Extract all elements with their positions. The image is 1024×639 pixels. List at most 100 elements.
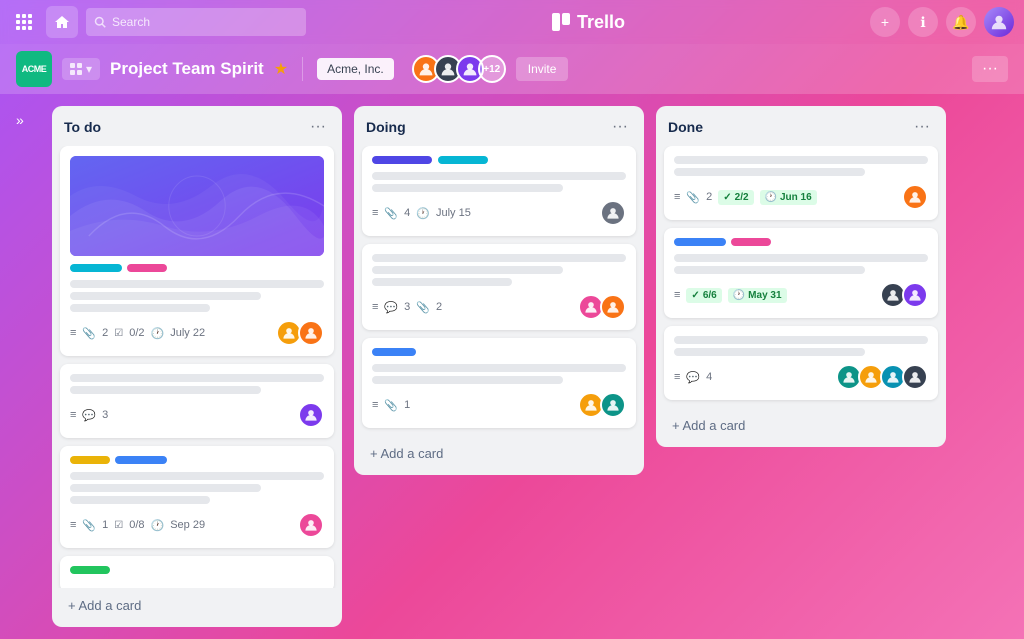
column-todo-more[interactable]: ··· (306, 116, 330, 138)
done-add-card[interactable]: + Add a card (664, 412, 938, 439)
card-meta: ≡ 💬 3 📎 2 (372, 294, 626, 320)
checklist-icon-done: ✓ (723, 192, 731, 203)
card-avatar-1[interactable] (298, 402, 324, 428)
card-content-lines (674, 336, 928, 356)
card-meta: ≡ 📎 2 ✓ 2/2 🕐 Jun 16 (674, 184, 928, 210)
due-date: July 15 (436, 207, 471, 219)
attachment-count: 2 (436, 301, 442, 313)
card-content-lines (372, 364, 626, 384)
info-button[interactable]: ℹ (908, 7, 938, 37)
menu-icon: ≡ (674, 289, 680, 301)
todo-card-1[interactable]: ≡ 📎 2 ☑ 0/2 🕐 July 22 (60, 146, 334, 356)
acme-logo: ACME (16, 51, 52, 87)
invite-button[interactable]: Invite (516, 57, 569, 81)
search-bar[interactable]: Search (86, 8, 306, 36)
attachment-count: 2 (102, 327, 108, 339)
card-avatar-1[interactable] (298, 512, 324, 538)
card-member-avatars (298, 512, 324, 538)
doing-add-card[interactable]: + Add a card (362, 440, 636, 467)
card-meta: ≡ 💬 3 (70, 402, 324, 428)
card-avatar-2[interactable] (298, 320, 324, 346)
column-doing-header: Doing ··· (354, 106, 644, 146)
column-doing-more[interactable]: ··· (608, 116, 632, 138)
doing-card-3[interactable]: ≡ 📎 1 (362, 338, 636, 428)
column-done: Done ··· ≡ 📎 2 ✓ 2/2 (656, 106, 946, 447)
grid-icon[interactable] (10, 8, 38, 36)
comment-count: 4 (706, 371, 712, 383)
checklist-count: 0/8 (129, 519, 144, 531)
done-card-2[interactable]: ≡ ✓ 6/6 🕐 May 31 (664, 228, 938, 318)
add-button[interactable]: + (870, 7, 900, 37)
tag-blue (372, 348, 416, 356)
tag-green (70, 566, 110, 574)
card-avatar-2[interactable] (902, 282, 928, 308)
todo-card-3[interactable]: ≡ 📎 1 ☑ 0/8 🕐 Sep 29 (60, 446, 334, 548)
notifications-button[interactable]: 🔔 (946, 7, 976, 37)
clock-icon: 🕐 (151, 327, 165, 340)
card-meta: ≡ 📎 1 (372, 392, 626, 418)
comment-count: 3 (102, 409, 108, 421)
menu-icon: ≡ (70, 409, 76, 421)
doing-progress-bars (372, 156, 626, 164)
nav-right: + ℹ 🔔 (870, 7, 1014, 37)
column-todo-header: To do ··· (52, 106, 342, 146)
due-date: July 22 (170, 327, 205, 339)
board-content: » To do ··· (0, 94, 1024, 639)
workspace-label[interactable]: Acme, Inc. (317, 58, 394, 80)
board-type-dropdown[interactable]: ▾ (62, 58, 100, 80)
done-card-3[interactable]: ≡ 💬 4 (664, 326, 938, 400)
card-avatar-1[interactable] (600, 200, 626, 226)
checklist-icon: ☑ (114, 328, 123, 339)
comment-count: 3 (404, 301, 410, 313)
user-avatar[interactable] (984, 7, 1014, 37)
card-avatar-2[interactable] (600, 392, 626, 418)
tag-blue (674, 238, 726, 246)
checklist-badge: ✓ 6/6 (686, 288, 721, 303)
board-header: ACME ▾ Project Team Spirit ★ Acme, Inc. … (0, 44, 1024, 94)
todo-card-4[interactable] (60, 556, 334, 588)
card-meta: ≡ 📎 1 ☑ 0/8 🕐 Sep 29 (70, 512, 324, 538)
card-content-lines (674, 254, 928, 274)
column-doing-title: Doing (366, 119, 406, 135)
menu-icon: ≡ (70, 519, 76, 531)
sidebar-toggle[interactable]: » (16, 106, 40, 128)
doing-card-2[interactable]: ≡ 💬 3 📎 2 (362, 244, 636, 330)
attachment-icon: 📎 (82, 519, 96, 532)
home-button[interactable] (46, 6, 78, 38)
attachment-icon: 📎 (384, 207, 398, 220)
card-tags (70, 456, 324, 464)
card-avatar-4[interactable] (902, 364, 928, 390)
attachment-count: 1 (404, 399, 410, 411)
checklist-badge: ✓ 2/2 (718, 190, 753, 205)
card-meta: ≡ ✓ 6/6 🕐 May 31 (674, 282, 928, 308)
tag-pink (731, 238, 771, 246)
top-nav: Search Trello + ℹ 🔔 (0, 0, 1024, 44)
attachment-icon: 📎 (686, 191, 700, 204)
card-avatar-2[interactable] (600, 294, 626, 320)
board-more-button[interactable]: ··· (972, 56, 1008, 82)
card-avatar-1[interactable] (902, 184, 928, 210)
card-member-avatars (836, 364, 928, 390)
column-done-header: Done ··· (656, 106, 946, 146)
clock-icon: 🕐 (416, 207, 430, 220)
board-member-avatars: +12 (412, 55, 506, 83)
due-date: Sep 29 (170, 519, 205, 531)
star-icon[interactable]: ★ (274, 59, 288, 79)
card-content-lines (70, 374, 324, 394)
search-placeholder: Search (112, 15, 150, 29)
comment-icon: 💬 (384, 301, 398, 314)
board-title[interactable]: Project Team Spirit (110, 59, 264, 79)
date-badge: 🕐 Jun 16 (760, 190, 817, 205)
column-doing-cards: ≡ 📎 4 🕐 July 15 (354, 146, 644, 436)
card-content-lines (372, 172, 626, 192)
member-count-badge[interactable]: +12 (478, 55, 506, 83)
menu-icon: ≡ (372, 301, 378, 313)
column-done-title: Done (668, 119, 703, 135)
column-done-more[interactable]: ··· (910, 116, 934, 138)
todo-card-2[interactable]: ≡ 💬 3 (60, 364, 334, 438)
doing-card-1[interactable]: ≡ 📎 4 🕐 July 15 (362, 146, 636, 236)
card-tags (372, 348, 626, 356)
todo-add-card[interactable]: + Add a card (60, 592, 334, 619)
card-tags (674, 238, 928, 246)
done-card-1[interactable]: ≡ 📎 2 ✓ 2/2 🕐 Jun 16 (664, 146, 938, 220)
